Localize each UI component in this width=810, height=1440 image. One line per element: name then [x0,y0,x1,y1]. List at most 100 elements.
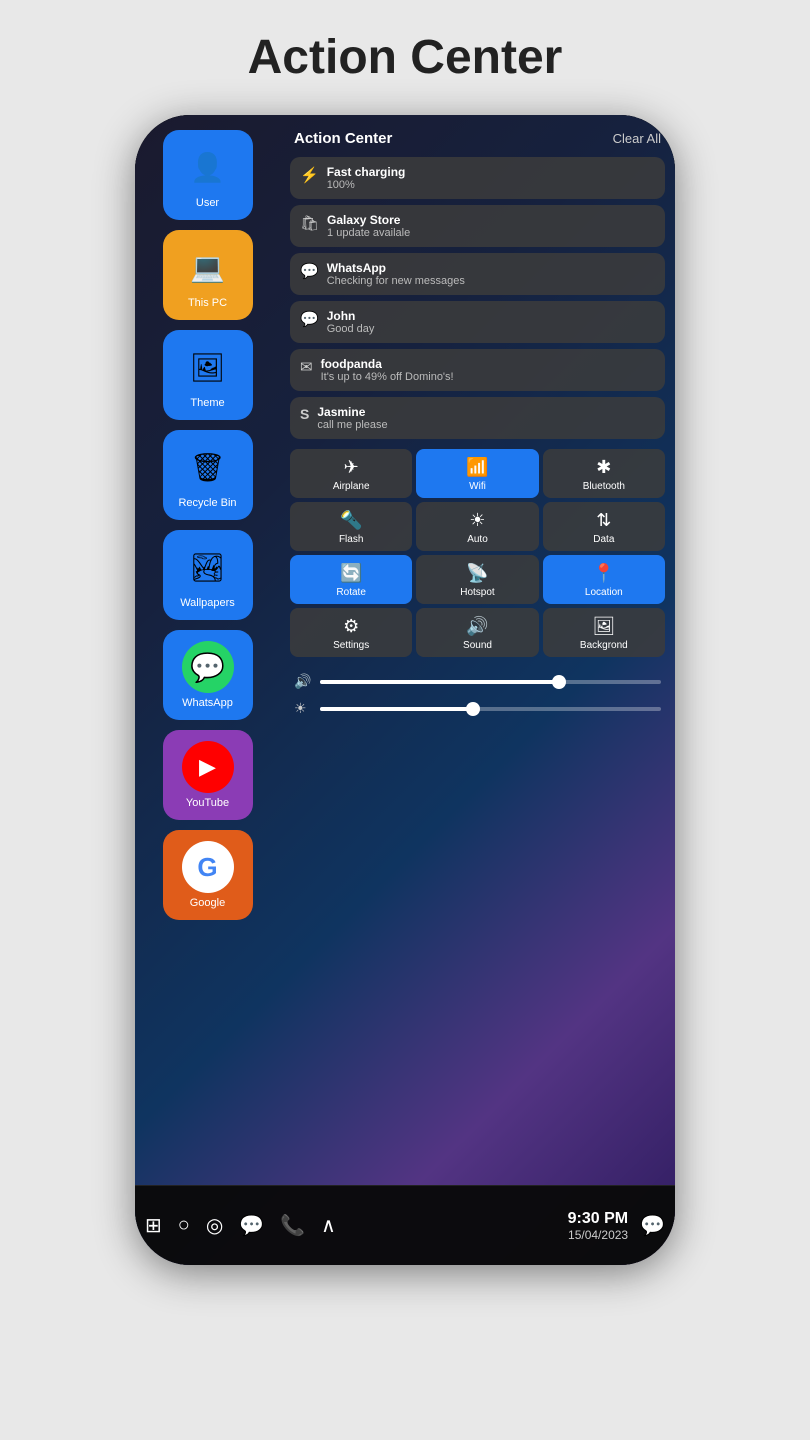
airplane-icon: ✈ [344,457,359,478]
notif-fast-charging[interactable]: ⚡ Fast charging 100% [290,157,665,199]
volume-thumb[interactable] [552,675,566,689]
toggle-flash[interactable]: 🔦 Flash [290,502,412,551]
sidebar-item-whatsapp[interactable]: 💬 WhatsApp [163,630,253,720]
brightness-fill [320,707,473,711]
notif-foodpanda-text: foodpanda It's up to 49% off Domino's! [321,357,454,383]
notif-jasmine[interactable]: S Jasmine call me please [290,397,665,439]
notif-galaxy-store[interactable]: 🛍 Galaxy Store 1 update availale [290,205,665,247]
notif-whatsapp-icon: 💬 [300,262,319,280]
sidebar-item-recycle[interactable]: 🗑 Recycle Bin [163,430,253,520]
toggle-auto[interactable]: ☀ Auto [416,502,538,551]
nav-icons: ⊞ ○ ◎ 💬 📞 ∧ [145,1213,568,1238]
clear-all-button[interactable]: Clear All [613,131,661,146]
notif-john-msg: Good day [327,323,375,335]
notif-charging-msg: 100% [327,179,406,191]
nav-phone-icon[interactable]: 📞 [280,1213,305,1238]
toggle-settings[interactable]: ⚙ Settings [290,608,412,657]
nav-date: 15/04/2023 [568,1228,628,1242]
whatsapp-icon: 💬 [182,641,234,693]
brightness-thumb[interactable] [466,702,480,716]
notif-john-text: John Good day [327,309,375,335]
thispc-label: This PC [188,297,227,309]
notif-whatsapp-text: WhatsApp Checking for new messages [327,261,465,287]
sidebar-item-youtube[interactable]: ▶ YouTube [163,730,253,820]
toggle-rotate[interactable]: 🔄 Rotate [290,555,412,604]
phone-content: 👤 User 💻 This PC 🖼 Theme � [135,115,675,1265]
notif-john[interactable]: 💬 John Good day [290,301,665,343]
auto-label: Auto [467,534,488,545]
notif-store-text: Galaxy Store 1 update availale [327,213,410,239]
toggle-airplane[interactable]: ✈ Airplane [290,449,412,498]
toggle-bluetooth[interactable]: ✱ Bluetooth [543,449,665,498]
theme-icon: 🖼 [182,341,234,393]
volume-track[interactable] [320,680,661,684]
brightness-slider-row: ☀ [294,700,661,717]
toggle-data[interactable]: ⇅ Data [543,502,665,551]
youtube-icon: ▶ [182,741,234,793]
notif-foodpanda-msg: It's up to 49% off Domino's! [321,371,454,383]
background-label: Backgrond [580,640,628,651]
nav-search-icon[interactable]: ◎ [206,1213,223,1238]
data-label: Data [593,534,614,545]
wifi-label: Wifi [469,481,486,492]
sound-label: Sound [463,640,492,651]
flash-icon: 🔦 [340,510,362,531]
nav-clock: 9:30 PM [568,1210,628,1228]
volume-fill [320,680,559,684]
rotate-icon: 🔄 [340,563,362,584]
page-title: Action Center [248,30,563,85]
nav-up-icon[interactable]: ∧ [321,1213,336,1238]
bluetooth-icon: ✱ [596,457,611,478]
toggle-wifi[interactable]: 📶 Wifi [416,449,538,498]
bluetooth-label: Bluetooth [583,481,625,492]
recycle-label: Recycle Bin [178,497,236,509]
wifi-icon: 📶 [466,457,488,478]
nav-windows-icon[interactable]: ⊞ [145,1213,162,1238]
notif-foodpanda[interactable]: ✉ foodpanda It's up to 49% off Domino's! [290,349,665,391]
google-icon: G [182,841,234,893]
nav-time: 9:30 PM 15/04/2023 [568,1210,628,1242]
toggle-grid: ✈ Airplane 📶 Wifi ✱ Bluetooth [290,449,665,657]
theme-label: Theme [190,397,224,409]
notif-charging-text: Fast charging 100% [327,165,406,191]
notif-charging-icon: ⚡ [300,166,319,184]
nav-home-icon[interactable]: ○ [178,1214,190,1237]
notif-store-app: Galaxy Store [327,213,410,227]
brightness-track[interactable] [320,707,661,711]
notif-whatsapp-app: WhatsApp [327,261,465,275]
location-label: Location [585,587,623,598]
notif-jasmine-text: Jasmine call me please [317,405,387,431]
nav-chat-icon[interactable]: 💬 [239,1213,264,1238]
notif-john-app: John [327,309,375,323]
sidebar-item-thispc[interactable]: 💻 This PC [163,230,253,320]
toggle-location[interactable]: 📍 Location [543,555,665,604]
toggle-background[interactable]: 🖼 Backgrond [543,608,665,657]
notif-jasmine-msg: call me please [317,419,387,431]
whatsapp-label: WhatsApp [182,697,233,709]
wallpapers-label: Wallpapers [180,597,235,609]
notif-whatsapp[interactable]: 💬 WhatsApp Checking for new messages [290,253,665,295]
notif-charging-app: Fast charging [327,165,406,179]
toggle-hotspot[interactable]: 📡 Hotspot [416,555,538,604]
hotspot-label: Hotspot [460,587,494,598]
notification-list: ⚡ Fast charging 100% 🛍 Galaxy Store 1 [290,157,665,439]
action-center-header: Action Center Clear All [290,130,665,147]
background-icon: 🖼 [592,616,615,637]
sidebar-item-theme[interactable]: 🖼 Theme [163,330,253,420]
action-center-panel: Action Center Clear All ⚡ Fast charging … [280,115,675,1265]
user-label: User [196,197,219,209]
sidebar-item-google[interactable]: G Google [163,830,253,920]
airplane-label: Airplane [333,481,370,492]
nav-message-icon[interactable]: 💬 [640,1213,665,1238]
toggle-sound[interactable]: 🔊 Sound [416,608,538,657]
app-sidebar: 👤 User 💻 This PC 🖼 Theme � [135,115,280,1265]
sound-icon: 🔊 [466,616,488,637]
notif-whatsapp-msg: Checking for new messages [327,275,465,287]
notif-jasmine-app: Jasmine [317,405,387,419]
user-icon: 👤 [182,141,234,193]
data-icon: ⇅ [596,510,611,531]
notif-jasmine-icon: S [300,406,309,422]
sidebar-item-user[interactable]: 👤 User [163,130,253,220]
sidebar-item-wallpapers[interactable]: 🏞 Wallpapers [163,530,253,620]
notif-foodpanda-app: foodpanda [321,357,454,371]
